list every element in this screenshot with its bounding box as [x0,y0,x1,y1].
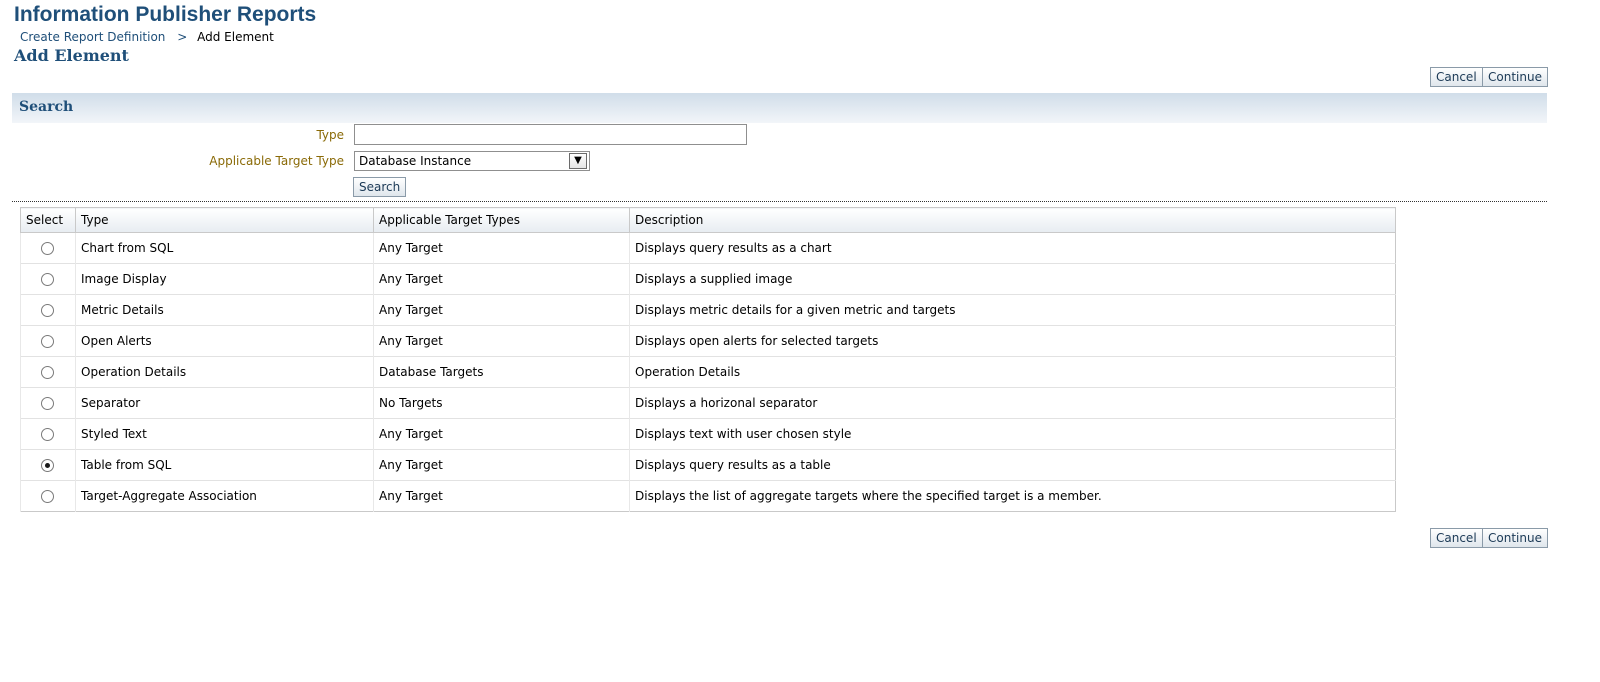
type-cell: Separator [75,387,374,419]
target-type-select[interactable]: Database Instance ▼ [354,151,590,171]
type-cell: Open Alerts [75,325,374,357]
continue-button-bottom[interactable]: Continue [1482,528,1548,548]
targets-cell: Any Target [373,449,630,481]
results-table: Select Type Applicable Target Types Desc… [20,207,1396,512]
breadcrumb-separator: > [177,30,188,44]
breadcrumb-create-report-definition[interactable]: Create Report Definition [20,30,165,44]
breadcrumb-current: Add Element [197,30,274,44]
table-row[interactable]: Open Alerts Any Target Displays open ale… [20,325,1396,357]
type-cell: Table from SQL [75,449,374,481]
table-row[interactable]: Target-Aggregate Association Any Target … [20,480,1396,512]
type-cell: Target-Aggregate Association [75,480,374,512]
search-header-band [12,93,1547,123]
select-radio[interactable] [41,335,54,348]
table-row[interactable]: Image Display Any Target Displays a supp… [20,263,1396,295]
continue-button-top[interactable]: Continue [1482,67,1548,87]
select-cell [20,356,76,388]
type-cell: Metric Details [75,294,374,326]
search-heading: Search [19,99,74,115]
select-radio[interactable] [41,242,54,255]
description-cell: Displays the list of aggregate targets w… [629,480,1396,512]
column-header-target-types: Applicable Target Types [373,207,630,233]
search-divider [12,201,1547,202]
select-radio[interactable] [41,397,54,410]
targets-cell: No Targets [373,387,630,419]
section-title: Add Element [14,46,129,65]
column-header-description: Description [629,207,1396,233]
table-row[interactable]: Styled Text Any Target Displays text wit… [20,418,1396,450]
select-cell [20,325,76,357]
select-cell [20,294,76,326]
cancel-button-top[interactable]: Cancel [1430,67,1483,87]
table-row[interactable]: Table from SQL Any Target Displays query… [20,449,1396,481]
select-cell [20,418,76,450]
target-type-selected-value: Database Instance [359,154,472,168]
table-row[interactable]: Metric Details Any Target Displays metri… [20,294,1396,326]
select-radio[interactable] [41,459,54,472]
select-radio[interactable] [41,304,54,317]
table-header-row: Select Type Applicable Target Types Desc… [20,207,1396,233]
chevron-down-icon[interactable]: ▼ [569,153,587,169]
table-row[interactable]: Operation Details Database Targets Opera… [20,356,1396,388]
select-cell [20,387,76,419]
select-radio[interactable] [41,366,54,379]
cancel-button-bottom[interactable]: Cancel [1430,528,1483,548]
description-cell: Operation Details [629,356,1396,388]
breadcrumb: Create Report Definition > Add Element [20,30,274,44]
select-cell [20,232,76,264]
targets-cell: Database Targets [373,356,630,388]
description-cell: Displays metric details for a given metr… [629,294,1396,326]
targets-cell: Any Target [373,263,630,295]
type-cell: Operation Details [75,356,374,388]
type-cell: Image Display [75,263,374,295]
select-cell [20,263,76,295]
targets-cell: Any Target [373,325,630,357]
description-cell: Displays open alerts for selected target… [629,325,1396,357]
type-cell: Chart from SQL [75,232,374,264]
type-label: Type [316,128,344,142]
select-radio[interactable] [41,490,54,503]
description-cell: Displays a horizonal separator [629,387,1396,419]
select-cell [20,480,76,512]
select-radio[interactable] [41,273,54,286]
targets-cell: Any Target [373,294,630,326]
targets-cell: Any Target [373,232,630,264]
targets-cell: Any Target [373,480,630,512]
description-cell: Displays text with user chosen style [629,418,1396,450]
table-row[interactable]: Chart from SQL Any Target Displays query… [20,232,1396,264]
column-header-type: Type [75,207,374,233]
search-button[interactable]: Search [353,177,407,197]
description-cell: Displays query results as a chart [629,232,1396,264]
type-input[interactable] [354,124,747,145]
target-type-label: Applicable Target Type [209,154,344,168]
description-cell: Displays a supplied image [629,263,1396,295]
type-cell: Styled Text [75,418,374,450]
targets-cell: Any Target [373,418,630,450]
select-cell [20,449,76,481]
page-title: Information Publisher Reports [14,3,317,26]
table-row[interactable]: Separator No Targets Displays a horizona… [20,387,1396,419]
description-cell: Displays query results as a table [629,449,1396,481]
select-radio[interactable] [41,428,54,441]
column-header-select: Select [20,207,76,233]
